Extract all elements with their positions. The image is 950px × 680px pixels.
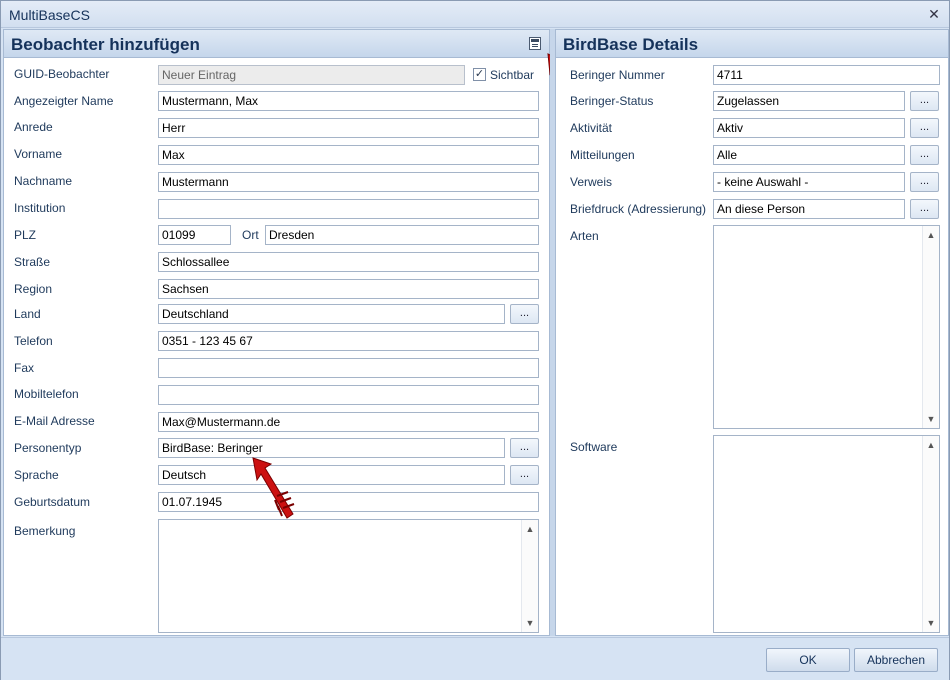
cancel-button[interactable]: Abbrechen (854, 648, 938, 672)
aktivitaet-label: Aktivität (570, 121, 613, 135)
geburtsdatum-label: Geburtsdatum (14, 495, 91, 509)
bemerkung-textarea[interactable]: ▲ ▼ (158, 519, 539, 633)
sichtbar-checkbox[interactable]: ✓ (473, 68, 486, 81)
dialog-footer: OK Abbrechen (1, 637, 949, 680)
software-label: Software (570, 440, 618, 454)
aktivitaet-field[interactable]: Aktiv (713, 118, 905, 138)
briefdruck-field[interactable]: An diese Person (713, 199, 905, 219)
window-title: MultiBaseCS (9, 7, 90, 23)
anrede-label: Anrede (14, 120, 53, 134)
verweis-field[interactable]: - keine Auswahl - (713, 172, 905, 192)
title-bar[interactable]: MultiBaseCS ✕ (1, 1, 949, 28)
bemerkung-scrollbar[interactable]: ▲ ▼ (521, 520, 538, 632)
observer-panel-title: Beobachter hinzufügen (11, 35, 200, 54)
beringer-status-browse-button[interactable]: ... (910, 91, 939, 111)
fax-field[interactable] (158, 358, 539, 378)
sprache-field[interactable]: Deutsch (158, 465, 505, 485)
display-name-label: Angezeigter Name (14, 94, 114, 108)
strasse-label: Straße (14, 255, 51, 269)
mitteilungen-field[interactable]: Alle (713, 145, 905, 165)
personentyp-browse-button[interactable]: ... (510, 438, 539, 458)
personentyp-field[interactable]: BirdBase: Beringer (158, 438, 505, 458)
beringer-status-field[interactable]: Zugelassen (713, 91, 905, 111)
region-field[interactable]: Sachsen (158, 279, 539, 299)
geburtsdatum-field[interactable]: 01.07.1945 (158, 492, 539, 512)
birdbase-panel-title: BirdBase Details (563, 35, 699, 54)
plz-field[interactable]: 01099 (158, 225, 231, 245)
software-list[interactable]: ▲ ▼ (713, 435, 940, 633)
sprache-browse-button[interactable]: ... (510, 465, 539, 485)
scroll-down-icon[interactable]: ▼ (522, 615, 538, 631)
vorname-field[interactable]: Max (158, 145, 539, 165)
fax-label: Fax (14, 361, 35, 375)
land-field[interactable]: Deutschland (158, 304, 505, 324)
plz-label: PLZ (14, 228, 37, 242)
land-browse-button[interactable]: ... (510, 304, 539, 324)
institution-label: Institution (14, 201, 66, 215)
mitteilungen-label: Mitteilungen (570, 148, 635, 162)
display-name-field[interactable]: Mustermann, Max (158, 91, 539, 111)
beringer-status-label: Beringer-Status (570, 94, 654, 108)
layout-icon[interactable] (529, 37, 541, 50)
mobil-label: Mobiltelefon (14, 387, 79, 401)
verweis-label: Verweis (570, 175, 613, 189)
mitteilungen-browse-button[interactable]: ... (910, 145, 939, 165)
strasse-field[interactable]: Schlossallee (158, 252, 539, 272)
scroll-up-icon[interactable]: ▲ (923, 437, 939, 453)
verweis-browse-button[interactable]: ... (910, 172, 939, 192)
scroll-down-icon[interactable]: ▼ (923, 615, 939, 631)
nachname-label: Nachname (14, 174, 73, 188)
vorname-label: Vorname (14, 147, 63, 161)
close-icon[interactable]: ✕ (925, 5, 943, 23)
personentyp-label: Personentyp (14, 441, 82, 455)
ort-field[interactable]: Dresden (265, 225, 539, 245)
birdbase-panel: BirdBase Details Beringer Nummer 4711 Be… (555, 29, 949, 636)
guid-field: Neuer Eintrag (158, 65, 465, 85)
email-field[interactable]: Max@Mustermann.de (158, 412, 539, 432)
software-scrollbar[interactable]: ▲ ▼ (922, 436, 939, 632)
land-label: Land (14, 307, 41, 321)
ort-label: Ort (242, 228, 259, 242)
sprache-label: Sprache (14, 468, 59, 482)
guid-label: GUID-Beobachter (14, 67, 110, 81)
telefon-label: Telefon (14, 334, 53, 348)
scroll-up-icon[interactable]: ▲ (923, 227, 939, 243)
beringer-nummer-field[interactable]: 4711 (713, 65, 940, 85)
bemerkung-label: Bemerkung (14, 524, 76, 538)
scroll-up-icon[interactable]: ▲ (522, 521, 538, 537)
anrede-field[interactable]: Herr (158, 118, 539, 138)
mobil-field[interactable] (158, 385, 539, 405)
beringer-nummer-label: Beringer Nummer (570, 68, 665, 82)
annotation-arrow-icon (252, 457, 295, 519)
scroll-down-icon[interactable]: ▼ (923, 411, 939, 427)
institution-field[interactable] (158, 199, 539, 219)
arten-label: Arten (570, 229, 599, 243)
birdbase-panel-header: BirdBase Details (556, 30, 948, 58)
briefdruck-label: Briefdruck (Adressierung) (570, 202, 707, 216)
arten-scrollbar[interactable]: ▲ ▼ (922, 226, 939, 428)
region-label: Region (14, 282, 53, 296)
observer-panel-header: Beobachter hinzufügen (4, 30, 549, 58)
telefon-field[interactable]: 0351 - 123 45 67 (158, 331, 539, 351)
observer-panel: Beobachter hinzufügen GUID-Beobachter Ne… (3, 29, 585, 636)
briefdruck-browse-button[interactable]: ... (910, 199, 939, 219)
nachname-field[interactable]: Mustermann (158, 172, 539, 192)
email-label: E-Mail Adresse (14, 414, 95, 428)
dialog-window: MultiBaseCS ✕ Beobachter hinzufügen GUID… (0, 0, 950, 680)
arten-list[interactable]: ▲ ▼ (713, 225, 940, 429)
ok-button[interactable]: OK (766, 648, 850, 672)
aktivitaet-browse-button[interactable]: ... (910, 118, 939, 138)
sichtbar-label: Sichtbar (490, 68, 535, 82)
